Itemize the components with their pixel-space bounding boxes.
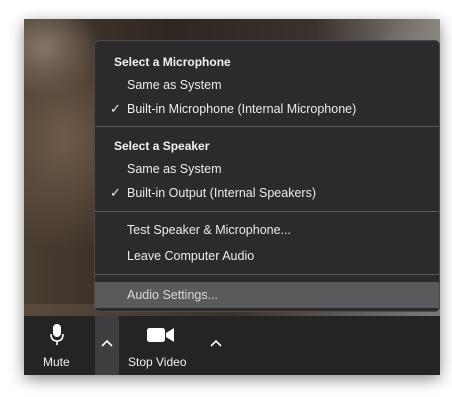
menu-item-label: Built-in Microphone (Internal Microphone…: [127, 102, 357, 116]
checkmark-icon: ✓: [110, 101, 121, 116]
audio-menu: Select a Microphone Same as System ✓ Bui…: [94, 40, 440, 312]
menu-separator: [95, 274, 439, 275]
menu-separator: [95, 211, 439, 212]
menu-item-speaker-same-as-system[interactable]: Same as System: [95, 157, 439, 181]
checkmark-icon: ✓: [110, 185, 121, 200]
menu-item-mic-same-as-system[interactable]: Same as System: [95, 73, 439, 97]
meeting-toolbar: Mute Stop Video: [24, 316, 440, 375]
menu-item-speaker-built-in[interactable]: ✓ Built-in Output (Internal Speakers): [95, 181, 439, 205]
menu-item-label: Leave Computer Audio: [127, 249, 255, 263]
menu-separator: [95, 126, 439, 127]
chevron-up-icon: [210, 339, 222, 347]
menu-item-mic-built-in[interactable]: ✓ Built-in Microphone (Internal Micropho…: [95, 97, 439, 121]
menu-item-test-speaker-microphone[interactable]: Test Speaker & Microphone...: [95, 218, 439, 242]
video-camera-icon: [147, 328, 174, 342]
mute-label: Mute: [43, 355, 70, 369]
speaker-section-header: Select a Speaker: [114, 139, 210, 153]
stop-video-button[interactable]: Stop Video: [124, 316, 204, 375]
menu-item-label: Same as System: [127, 78, 222, 92]
audio-options-button[interactable]: [95, 316, 119, 375]
video-options-button[interactable]: [204, 316, 228, 375]
menu-item-label: Audio Settings...: [127, 288, 219, 302]
menu-item-label: Test Speaker & Microphone...: [127, 223, 291, 237]
stop-video-label: Stop Video: [128, 355, 187, 369]
menu-item-leave-computer-audio[interactable]: Leave Computer Audio: [95, 244, 439, 268]
menu-item-audio-settings[interactable]: Audio Settings...: [95, 282, 439, 308]
microphone-section-header: Select a Microphone: [114, 55, 231, 69]
microphone-icon: [50, 324, 64, 345]
mute-button[interactable]: Mute: [32, 316, 82, 375]
screenshot-frame: Select a Microphone Same as System ✓ Bui…: [24, 19, 440, 375]
chevron-up-icon: [101, 339, 113, 347]
menu-item-label: Same as System: [127, 162, 222, 176]
menu-item-label: Built-in Output (Internal Speakers): [127, 186, 316, 200]
